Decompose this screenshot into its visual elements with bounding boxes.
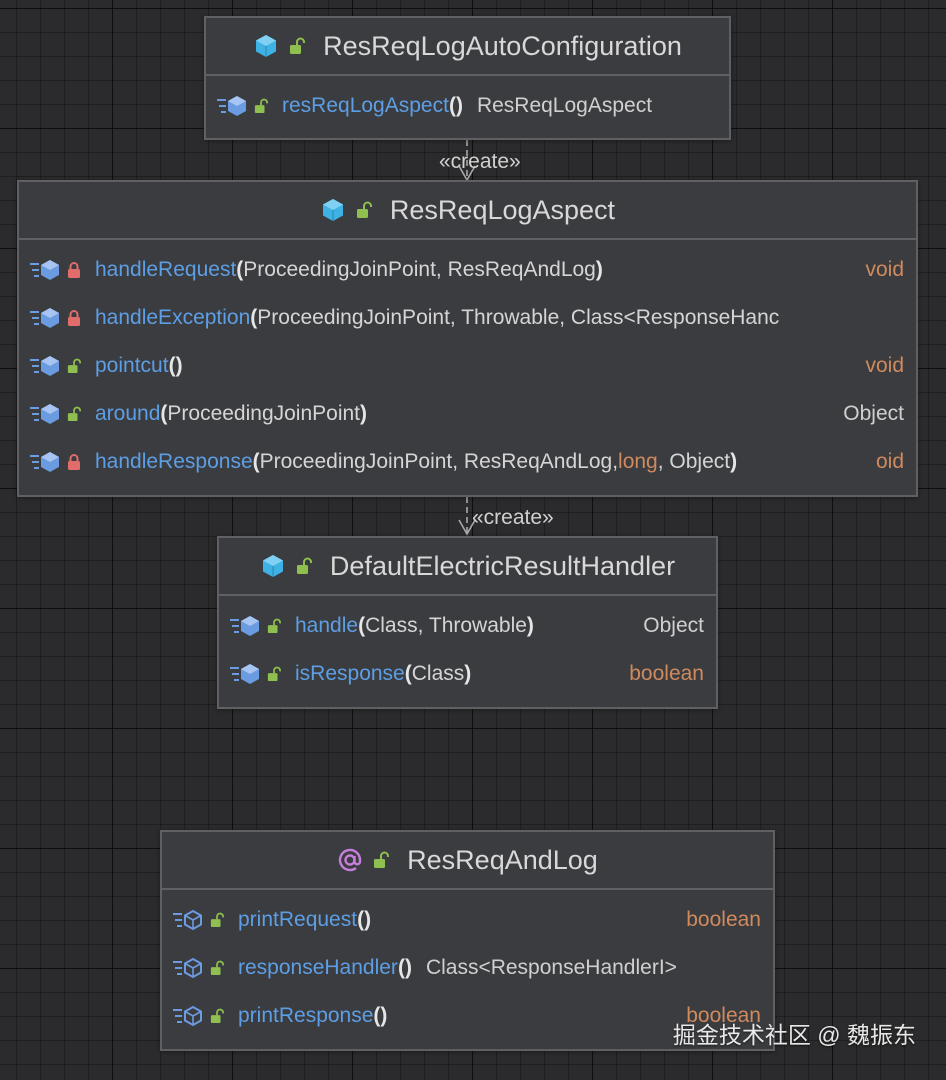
method-row[interactable]: isResponse(Class) boolean	[219, 650, 716, 698]
return-type: boolean	[680, 896, 761, 944]
primitive-param: long	[618, 450, 658, 473]
return-type: Object	[837, 390, 904, 438]
abstract-method-icon	[173, 909, 202, 931]
class-header: DefaultElectricResultHandler	[219, 538, 716, 596]
open-lock-icon	[254, 98, 268, 113]
open-lock-icon	[67, 358, 81, 373]
method-icon	[230, 664, 259, 684]
class-name: ResReqLogAutoConfiguration	[323, 30, 682, 61]
open-lock-icon	[267, 666, 281, 681]
method-row[interactable]: pointcut() void	[19, 342, 916, 390]
closed-lock-icon	[68, 454, 80, 470]
open-lock-icon	[267, 618, 281, 633]
open-lock-icon	[210, 912, 224, 927]
open-lock-icon	[356, 201, 372, 218]
method-row[interactable]: handleResponse(ProceedingJoinPoint, ResR…	[19, 438, 916, 486]
class-name: DefaultElectricResultHandler	[329, 550, 676, 581]
class-name: ResReqAndLog	[407, 844, 598, 875]
method-row[interactable]: printRequest() boolean	[162, 896, 773, 944]
method-name: isResponse	[295, 662, 405, 685]
method-name: printRequest	[238, 908, 358, 931]
class-cube-icon	[322, 199, 343, 221]
method-icon	[30, 308, 59, 328]
closed-lock-icon	[68, 262, 80, 278]
edge-label-create: «create»	[472, 506, 554, 529]
return-type: void	[859, 246, 904, 294]
class-node-resreqlogaspect[interactable]: ResReqLogAspect handleRequest(Proceeding…	[17, 180, 918, 497]
method-row[interactable]: resReqLogAspect() ResReqLogAspect	[206, 82, 729, 130]
open-lock-icon	[296, 557, 312, 574]
return-type: boolean	[623, 650, 704, 698]
open-lock-icon	[210, 1008, 224, 1023]
edge-label-create: «create»	[439, 150, 521, 173]
method-icon	[217, 96, 246, 116]
method-name: handleResponse	[95, 450, 253, 473]
method-row[interactable]: responseHandler() Class<ResponseHandlerI…	[162, 944, 773, 992]
method-name: handle	[295, 614, 359, 637]
method-name: around	[95, 402, 161, 425]
method-icon	[30, 356, 59, 376]
abstract-method-icon	[173, 957, 202, 979]
return-type: ResReqLogAspect	[476, 94, 653, 117]
method-name: handleException	[95, 306, 251, 329]
method-name: printResponse	[238, 1004, 374, 1027]
class-node-defaultelectricresulthandler[interactable]: DefaultElectricResultHandler handle(Clas…	[217, 536, 718, 709]
class-name: ResReqLogAspect	[389, 194, 616, 225]
method-icon	[30, 404, 59, 424]
method-name: handleRequest	[95, 258, 237, 281]
method-row[interactable]: handleException(ProceedingJoinPoint, Thr…	[19, 294, 916, 342]
class-header: ResReqAndLog	[162, 832, 773, 890]
class-header: ResReqLogAspect	[19, 182, 916, 240]
abstract-method-icon	[173, 1005, 202, 1027]
method-name: responseHandler	[238, 956, 398, 979]
class-cube-icon	[262, 555, 283, 577]
return-type: Object	[637, 602, 704, 650]
method-name: pointcut	[95, 354, 169, 377]
method-row[interactable]: around(ProceedingJoinPoint) Object	[19, 390, 916, 438]
open-lock-icon	[290, 37, 306, 54]
closed-lock-icon	[68, 310, 80, 326]
class-header: ResReqLogAutoConfiguration	[206, 18, 729, 76]
return-type: Class<ResponseHandlerI>	[425, 956, 677, 979]
method-row[interactable]: handleRequest(ProceedingJoinPoint, ResRe…	[19, 246, 916, 294]
method-icon	[230, 616, 259, 636]
method-icon	[30, 260, 59, 280]
watermark: 掘金技术社区 @ 魏振东	[672, 1022, 916, 1048]
annotation-icon	[339, 848, 362, 872]
open-lock-icon	[210, 960, 224, 975]
class-cube-icon	[256, 35, 277, 57]
method-name: resReqLogAspect	[282, 94, 449, 117]
method-row[interactable]: handle(Class, Throwable) Object	[219, 602, 716, 650]
class-node-resreqlogautoconfiguration[interactable]: ResReqLogAutoConfiguration resReqLogAspe…	[204, 16, 731, 140]
return-type: void	[859, 342, 904, 390]
return-type: oid	[873, 438, 904, 486]
open-lock-icon	[374, 851, 390, 868]
method-icon	[30, 452, 59, 472]
open-lock-icon	[67, 406, 81, 421]
